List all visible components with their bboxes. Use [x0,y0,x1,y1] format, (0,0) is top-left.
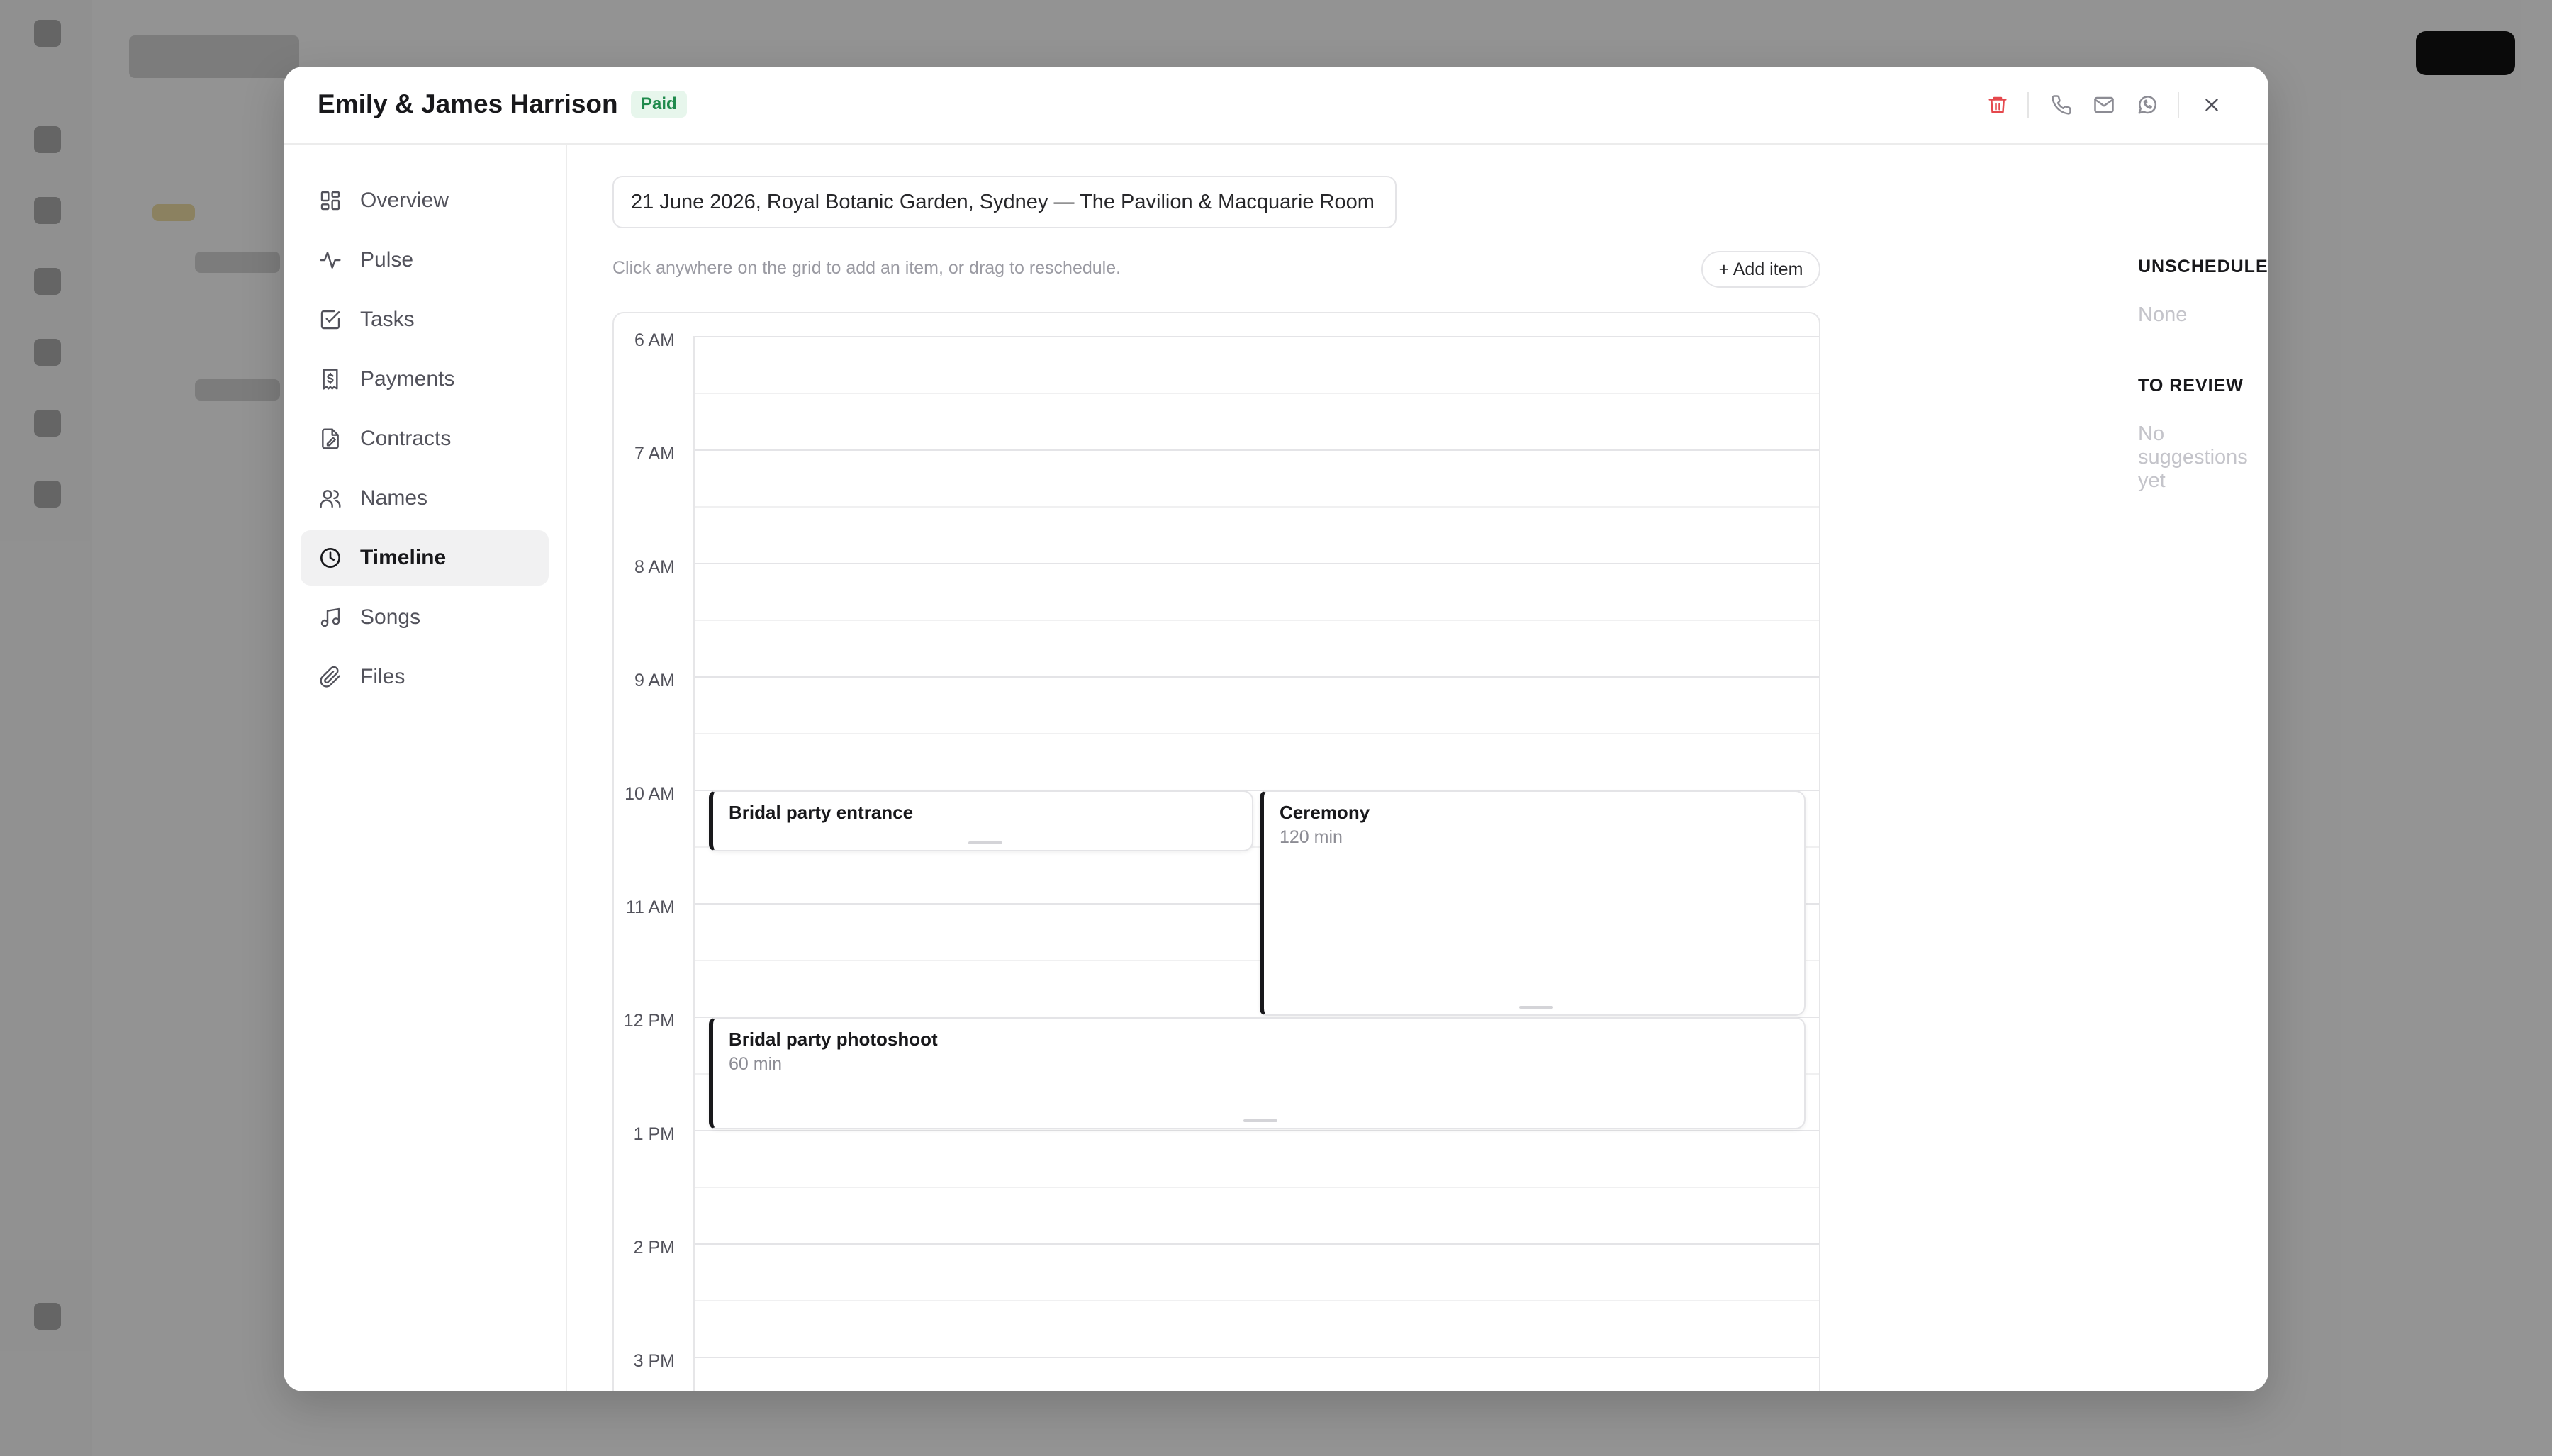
sidebar-item-songs[interactable]: Songs [301,590,549,645]
timeline-event[interactable]: Ceremony 120 min [1260,790,1806,1016]
hour-label: 12 PM [623,1011,675,1031]
hour-label: 10 AM [625,784,675,804]
sidebar-item-label: Files [360,665,405,688]
mail-icon[interactable] [2090,91,2118,119]
close-icon[interactable] [2198,91,2226,119]
add-item-button[interactable]: + Add item [1701,251,1820,288]
sidebar-item-overview[interactable]: Overview [301,173,549,228]
sidebar-item-label: Payments [360,367,455,391]
sidebar-item-timeline[interactable]: Timeline [301,530,549,586]
header-divider [2027,92,2029,118]
to-review-heading: TO REVIEW [2138,376,2244,396]
to-review-empty-state: No suggestions yet [2138,422,2248,492]
sidebar-item-pulse[interactable]: Pulse [301,233,549,288]
sidebar-item-label: Timeline [360,546,447,569]
clock-icon [318,545,343,571]
sidebar-item-label: Overview [360,189,449,212]
phone-icon[interactable] [2047,91,2076,119]
hour-label: 8 AM [634,557,675,577]
hour-label: 3 PM [633,1351,675,1371]
event-title: Bridal party entrance [729,802,914,823]
overview-icon [318,188,343,213]
paperclip-icon [318,664,343,690]
unscheduled-heading: UNSCHEDULED [2138,257,2268,276]
client-detail-modal: Emily & James Harrison Paid Overview Pul… [284,67,2268,1391]
hour-label: 1 PM [633,1124,675,1144]
sidebar-item-payments[interactable]: Payments [301,352,549,407]
music-icon [318,605,343,630]
sidebar-item-label: Pulse [360,248,414,271]
tasks-icon [318,307,343,332]
sidebar-item-label: Songs [360,605,421,629]
sidebar-item-tasks[interactable]: Tasks [301,292,549,347]
trash-icon[interactable] [1983,91,2012,119]
hour-label: 7 AM [634,444,675,464]
event-resize-handle[interactable] [968,841,1002,844]
whatsapp-icon[interactable] [2133,91,2161,119]
sidebar-item-files[interactable]: Files [301,649,549,705]
couple-name: Emily & James Harrison [318,89,618,118]
event-resize-handle[interactable] [1243,1119,1277,1122]
sidebar-item-label: Contracts [360,427,452,450]
pulse-icon [318,247,343,273]
hour-label: 9 AM [634,671,675,690]
modal-header: Emily & James Harrison Paid [284,67,2268,145]
timeline-hint: Click anywhere on the grid to add an ite… [612,258,1121,278]
event-title: Bridal party photoshoot [729,1029,938,1050]
hour-label: 2 PM [633,1238,675,1258]
unscheduled-empty-state: None [2138,303,2188,326]
hour-label: 11 AM [625,897,675,917]
hour-label: 6 AM [634,330,675,350]
sidebar-item-label: Names [360,486,428,510]
event-title: Ceremony [1280,802,1370,823]
header-divider [2178,92,2179,118]
names-icon [318,486,343,511]
status-badge: Paid [631,91,687,118]
sidebar-item-contracts[interactable]: Contracts [301,411,549,466]
event-resize-handle[interactable] [1519,1006,1553,1009]
payments-icon [318,366,343,392]
modal-sidebar: Overview Pulse Tasks Payments Contracts [284,145,567,1391]
timeline-event[interactable]: Bridal party entrance [709,790,1253,851]
sidebar-item-label: Tasks [360,308,415,331]
contracts-icon [318,426,343,452]
timeline-event[interactable]: Bridal party photoshoot 60 min [709,1017,1806,1129]
sidebar-item-names[interactable]: Names [301,471,549,526]
event-details-input[interactable] [612,176,1397,228]
event-duration: 120 min [1280,827,1343,847]
event-duration: 60 min [729,1054,783,1074]
